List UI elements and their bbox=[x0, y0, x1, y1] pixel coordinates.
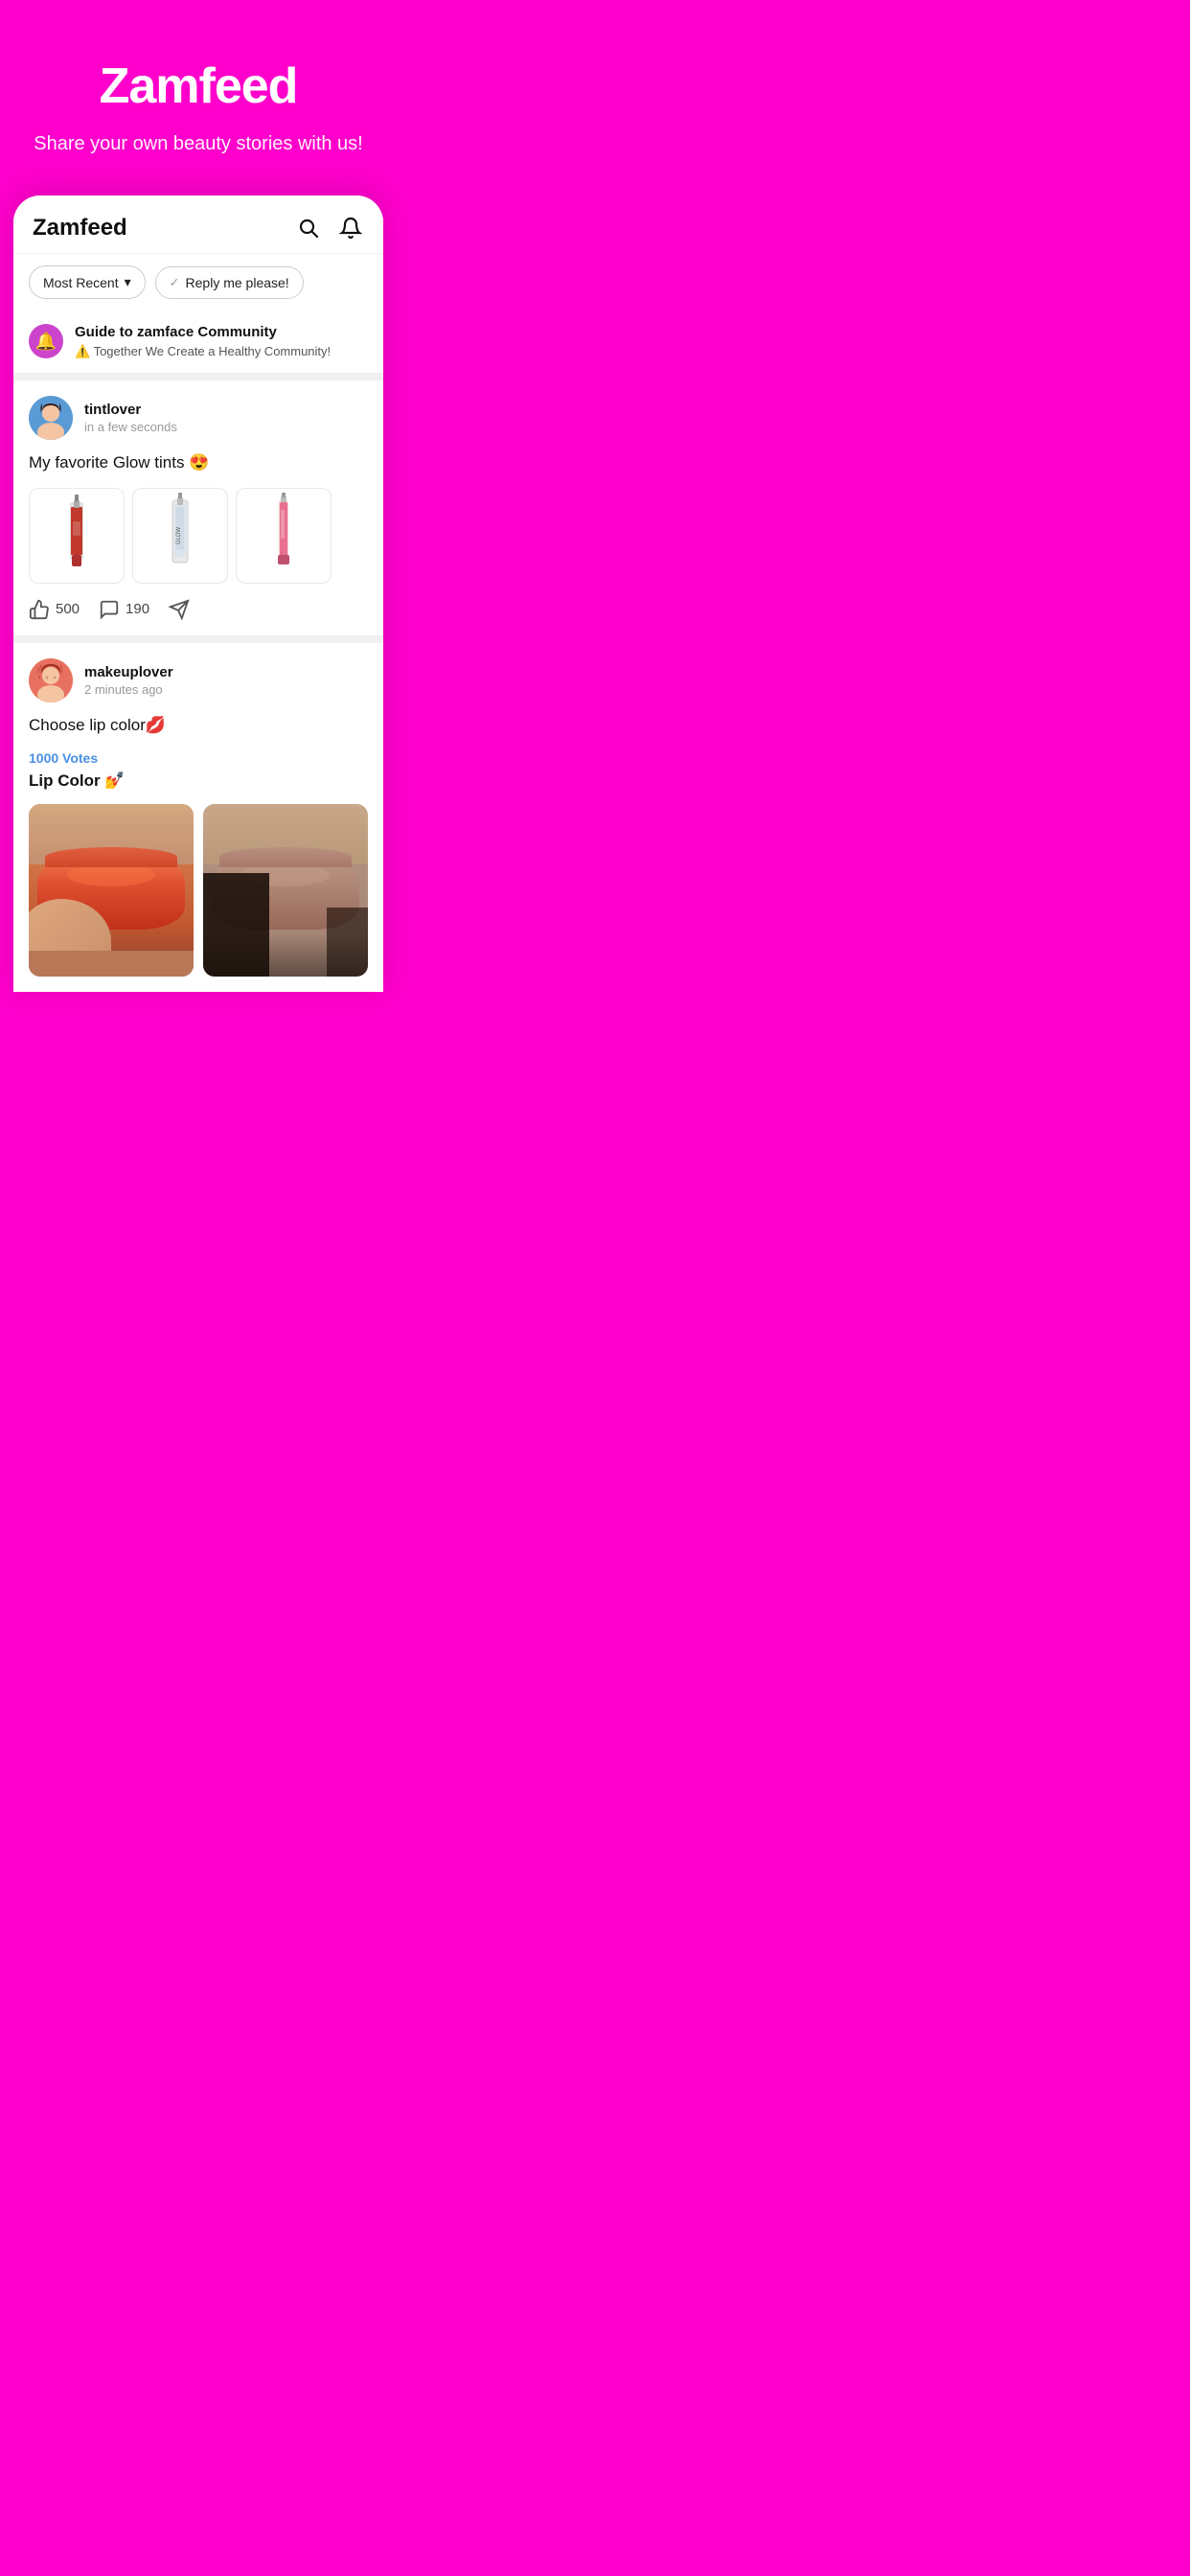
comment-count: 190 bbox=[126, 601, 149, 617]
post-content-1: My favorite Glow tints 😍 bbox=[29, 451, 368, 474]
post-card-2: makeuplover 2 minutes ago Choose lip col… bbox=[13, 643, 383, 992]
post-content-2: Choose lip color💋 bbox=[29, 714, 368, 737]
post-username-2: makeuplover bbox=[84, 664, 368, 680]
product-image-3[interactable] bbox=[236, 488, 332, 584]
avatar-tintlover bbox=[29, 396, 73, 440]
product-image-2[interactable]: GLOW bbox=[132, 488, 228, 584]
check-icon: ✓ bbox=[170, 275, 180, 290]
poll-image-nude-lip[interactable] bbox=[203, 804, 368, 977]
filter-bar: Most Recent ▾ ✓ Reply me please! bbox=[13, 254, 383, 310]
hero-subtitle: Share your own beauty stories with us! bbox=[29, 130, 368, 157]
post-username-1: tintlover bbox=[84, 402, 368, 418]
post-header-2: makeuplover 2 minutes ago bbox=[29, 658, 368, 702]
app-card: Zamfeed Most Recent ▾ ✓ Reply me bbox=[13, 196, 383, 992]
comment-button[interactable]: 190 bbox=[99, 599, 149, 620]
tint-bottle-clear-svg: GLOW bbox=[156, 493, 204, 579]
notification-icon[interactable] bbox=[337, 215, 364, 242]
product-images: GLOW bbox=[29, 488, 368, 584]
post-time-2: 2 minutes ago bbox=[84, 682, 368, 697]
poll-images bbox=[29, 804, 368, 977]
post-user-info-1: tintlover in a few seconds bbox=[84, 402, 368, 434]
sort-filter-label: Most Recent bbox=[43, 275, 119, 290]
poll-image-orange-lip[interactable] bbox=[29, 804, 194, 977]
product-image-1[interactable] bbox=[29, 488, 125, 584]
share-button[interactable] bbox=[169, 599, 190, 620]
reply-filter-label: Reply me please! bbox=[186, 275, 289, 290]
like-count: 500 bbox=[56, 601, 80, 617]
post-actions-1: 500 190 bbox=[29, 599, 368, 620]
hero-title: Zamfeed bbox=[29, 58, 368, 115]
tint-bottle-pink-svg bbox=[260, 493, 308, 579]
like-button[interactable]: 500 bbox=[29, 599, 80, 620]
app-logo: Zamfeed bbox=[33, 215, 127, 242]
app-header: Zamfeed bbox=[13, 196, 383, 254]
community-subtitle: ⚠️ Together We Create a Healthy Communit… bbox=[75, 344, 368, 359]
poll-title: Lip Color 💅 bbox=[29, 771, 368, 791]
community-bell-icon: 🔔 bbox=[29, 324, 63, 358]
community-banner: 🔔 Guide to zamface Community ⚠️ Together… bbox=[13, 310, 383, 380]
hero-section: Zamfeed Share your own beauty stories wi… bbox=[0, 0, 397, 196]
sort-arrow-icon: ▾ bbox=[125, 274, 131, 290]
post-card-1: tintlover in a few seconds My favorite G… bbox=[13, 380, 383, 643]
community-title: Guide to zamface Community bbox=[75, 324, 368, 340]
post-time-1: in a few seconds bbox=[84, 420, 368, 434]
avatar-makeuplover bbox=[29, 658, 73, 702]
votes-count: 1000 Votes bbox=[29, 750, 368, 766]
post-user-info-2: makeuplover 2 minutes ago bbox=[84, 664, 368, 697]
sort-filter-button[interactable]: Most Recent ▾ bbox=[29, 265, 146, 299]
search-icon[interactable] bbox=[295, 215, 322, 242]
header-icons bbox=[295, 215, 364, 242]
reply-filter-button[interactable]: ✓ Reply me please! bbox=[155, 266, 304, 299]
svg-text:GLOW: GLOW bbox=[176, 526, 182, 544]
tint-bottle-red-svg bbox=[53, 493, 101, 579]
community-text: Guide to zamface Community ⚠️ Together W… bbox=[75, 324, 368, 359]
post-header-1: tintlover in a few seconds bbox=[29, 396, 368, 440]
